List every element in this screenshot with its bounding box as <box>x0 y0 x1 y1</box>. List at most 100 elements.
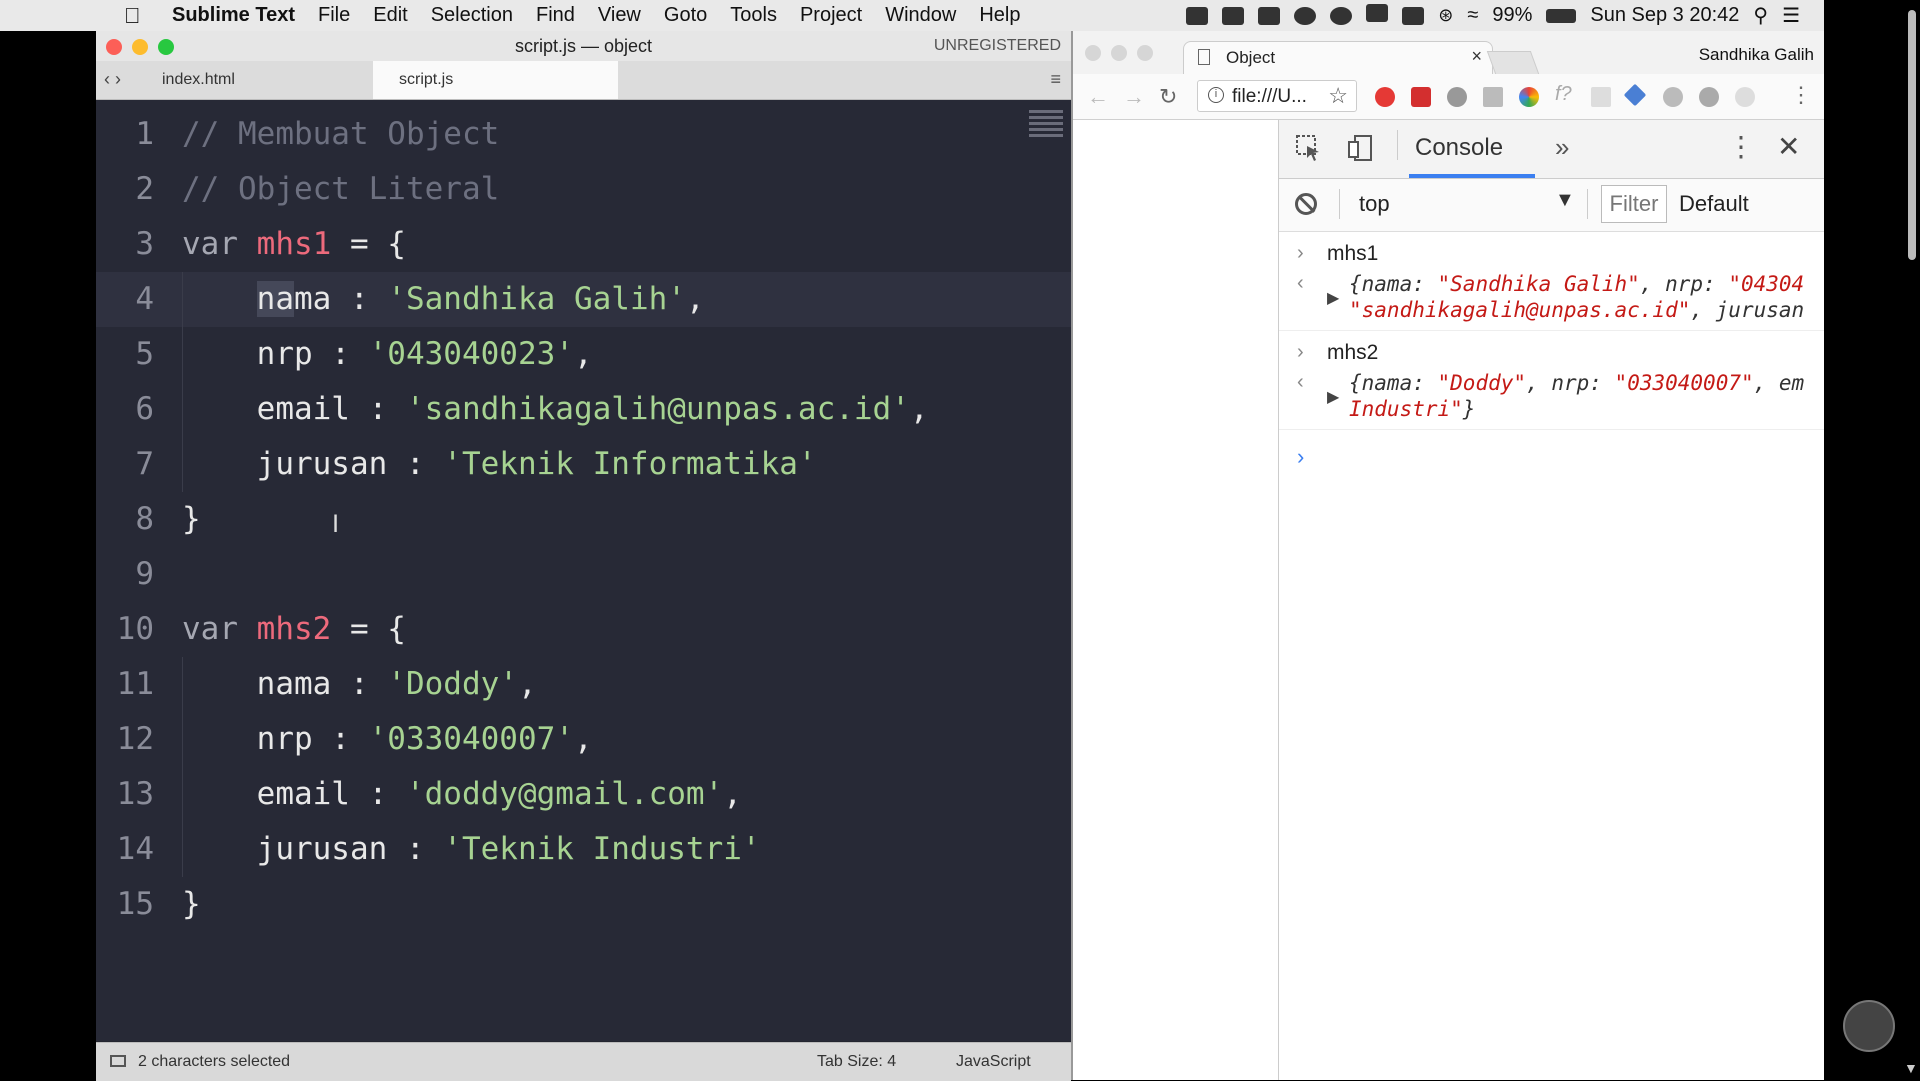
code-line[interactable]: 8} <box>96 492 1071 547</box>
code-line[interactable]: 10 var mhs2 = { <box>96 602 1071 657</box>
context-selector[interactable]: top <box>1359 191 1390 217</box>
code-line[interactable]: 13 email : 'doddy@gmail.com', <box>96 767 1071 822</box>
close-window-button[interactable] <box>1085 45 1101 61</box>
clear-console-icon[interactable] <box>1295 193 1317 215</box>
menu-window[interactable]: Window <box>885 4 956 27</box>
device-toolbar-icon[interactable] <box>1347 134 1375 162</box>
console-output[interactable]: › mhs1 ‹ ▶ {nama: "Sandhika Galih", nrp:… <box>1279 232 1826 469</box>
code-line[interactable]: 3 var mhs1 = { <box>96 217 1071 272</box>
code-editor[interactable]: 1 // Membuat Object 2 // Object Literal 3 var… <box>96 100 1071 1041</box>
menu-find[interactable]: Find <box>536 4 575 27</box>
scrollbar-thumb[interactable] <box>1908 10 1916 260</box>
extension-icon[interactable] <box>1483 87 1503 107</box>
minimize-window-button[interactable] <box>1111 45 1127 61</box>
code-line[interactable]: 12 nrp : '033040007', <box>96 712 1071 767</box>
code-line[interactable]: 1 // Membuat Object <box>96 107 1071 162</box>
menu-goto[interactable]: Goto <box>664 4 707 27</box>
menu-help[interactable]: Help <box>979 4 1020 27</box>
reload-icon[interactable]: ↻ <box>1159 84 1177 110</box>
tab-script-js[interactable]: script.js <box>373 61 618 99</box>
cloud-icon[interactable] <box>1294 6 1317 25</box>
code-line[interactable]: 6 email : 'sandhikagalih@unpas.ac.id', <box>96 382 1071 437</box>
more-tabs-icon[interactable]: » <box>1555 132 1569 163</box>
gmail-extension-icon[interactable] <box>1411 87 1431 107</box>
menu-bar:  Sublime Text File Edit Selection Find … <box>0 0 1920 31</box>
chrome-menu-icon[interactable]: ⋮ <box>1790 82 1812 108</box>
log-levels-dropdown[interactable]: Default <box>1679 191 1749 217</box>
function-extension-icon[interactable]: f? <box>1555 83 1575 105</box>
expand-object-icon[interactable]: ▶ <box>1327 288 1339 308</box>
code-line[interactable]: 4 nama : 'Sandhika Galih', <box>96 272 1071 327</box>
code-line[interactable]: 14 jurusan : 'Teknik Industri' <box>96 822 1071 877</box>
color-picker-extension-icon[interactable] <box>1519 87 1539 107</box>
sync-extension-icon[interactable] <box>1699 87 1719 107</box>
menu-app-name[interactable]: Sublime Text <box>172 4 295 27</box>
scroll-down-arrow-icon[interactable]: ▼ <box>1904 1060 1918 1076</box>
menu-view[interactable]: View <box>598 4 641 27</box>
menu-project[interactable]: Project <box>800 4 862 27</box>
app-tray-icon[interactable] <box>1258 6 1281 25</box>
disabled-extension-icon[interactable] <box>1735 87 1755 107</box>
settings-extension-icon[interactable] <box>1447 87 1467 107</box>
calendar-tray-icon[interactable]: 33 <box>1366 3 1389 28</box>
creative-cloud-icon[interactable] <box>1330 6 1353 25</box>
layers-extension-icon[interactable] <box>1623 83 1647 107</box>
code-line[interactable]: 7 jurusan : 'Teknik Informatika' <box>96 437 1071 492</box>
status-tab-size[interactable]: Tab Size: 4 <box>817 1043 896 1081</box>
apple-icon[interactable]:  <box>124 3 152 29</box>
filter-input[interactable]: Filter <box>1601 185 1667 223</box>
frame-extension-icon[interactable] <box>1591 87 1611 107</box>
minimap[interactable] <box>1029 110 1063 150</box>
tab-index-html[interactable]: index.html <box>136 61 373 99</box>
object-preview-line[interactable]: {nama: "Doddy", nrp: "033040007", em <box>1349 371 1804 395</box>
notification-center-icon[interactable]: ☰ <box>1782 3 1800 28</box>
status-syntax[interactable]: JavaScript <box>956 1043 1031 1081</box>
dropdown-arrow-icon[interactable]: ▼ <box>1555 189 1575 212</box>
object-preview-line[interactable]: "sandhikagalih@unpas.ac.id", jurusan <box>1349 298 1804 322</box>
expand-object-icon[interactable]: ▶ <box>1327 387 1339 407</box>
forward-icon[interactable]: → <box>1123 84 1145 110</box>
bluetooth-icon[interactable]: ⊛ <box>1438 5 1453 26</box>
new-tab-button[interactable] <box>1486 51 1540 74</box>
opera-extension-icon[interactable] <box>1375 87 1395 107</box>
address-bar[interactable]: i file:///U... ☆ <box>1197 80 1357 112</box>
menu-selection[interactable]: Selection <box>431 4 513 27</box>
menu-edit[interactable]: Edit <box>373 4 407 27</box>
console-entry: › mhs1 ‹ ▶ {nama: "Sandhika Galih", nrp:… <box>1279 232 1826 331</box>
console-prompt[interactable]: › <box>1297 444 1304 470</box>
tab-nav-arrows[interactable]: ‹ › <box>104 61 121 99</box>
code-line[interactable]: 9 <box>96 547 1071 602</box>
airplay-icon[interactable] <box>1402 6 1425 25</box>
object-preview-line[interactable]: Industri"} <box>1349 397 1475 421</box>
close-tab-icon[interactable]: × <box>1471 46 1482 67</box>
close-devtools-icon[interactable]: ✕ <box>1777 130 1800 163</box>
spotlight-search-icon[interactable]: ⚲ <box>1753 3 1768 28</box>
menu-file[interactable]: File <box>318 4 350 27</box>
panel-toggle-icon[interactable] <box>110 1055 126 1067</box>
code-line[interactable]: 15} <box>96 877 1071 932</box>
dropbox-icon[interactable] <box>1222 6 1245 25</box>
object-preview-line[interactable]: {nama: "Sandhika Galih", nrp: "04304 <box>1349 272 1804 296</box>
page-viewport[interactable] <box>1073 120 1279 1080</box>
devtools-menu-icon[interactable]: ⋮ <box>1727 130 1755 163</box>
zoom-window-button[interactable] <box>1137 45 1153 61</box>
tab-console[interactable]: Console <box>1415 134 1503 162</box>
battery-icon[interactable] <box>1546 8 1577 23</box>
code-line[interactable]: 5 nrp : '043040023', <box>96 327 1071 382</box>
browser-tab-object[interactable]: Object × <box>1183 41 1493 74</box>
wifi-icon[interactable]: ≈ <box>1467 4 1478 27</box>
text-cursor-icon: I <box>332 510 340 538</box>
screen-record-icon[interactable] <box>1186 6 1209 25</box>
code-line[interactable]: 11 nama : 'Doddy', <box>96 657 1071 712</box>
cloud-extension-icon[interactable] <box>1663 87 1683 107</box>
tab-menu-icon[interactable]: ≡ <box>1050 69 1061 90</box>
clock[interactable]: Sun Sep 3 20:42 <box>1590 4 1739 27</box>
inspect-element-icon[interactable] <box>1295 134 1323 162</box>
back-icon[interactable]: ← <box>1087 84 1109 110</box>
menu-tools[interactable]: Tools <box>730 4 777 27</box>
code-line[interactable]: 2 // Object Literal <box>96 162 1071 217</box>
bookmark-star-icon[interactable]: ☆ <box>1328 83 1348 109</box>
info-icon[interactable]: i <box>1208 87 1224 103</box>
status-bar: 2 characters selected Tab Size: 4 JavaSc… <box>96 1042 1071 1081</box>
profile-name[interactable]: Sandhika Galih <box>1699 45 1814 65</box>
